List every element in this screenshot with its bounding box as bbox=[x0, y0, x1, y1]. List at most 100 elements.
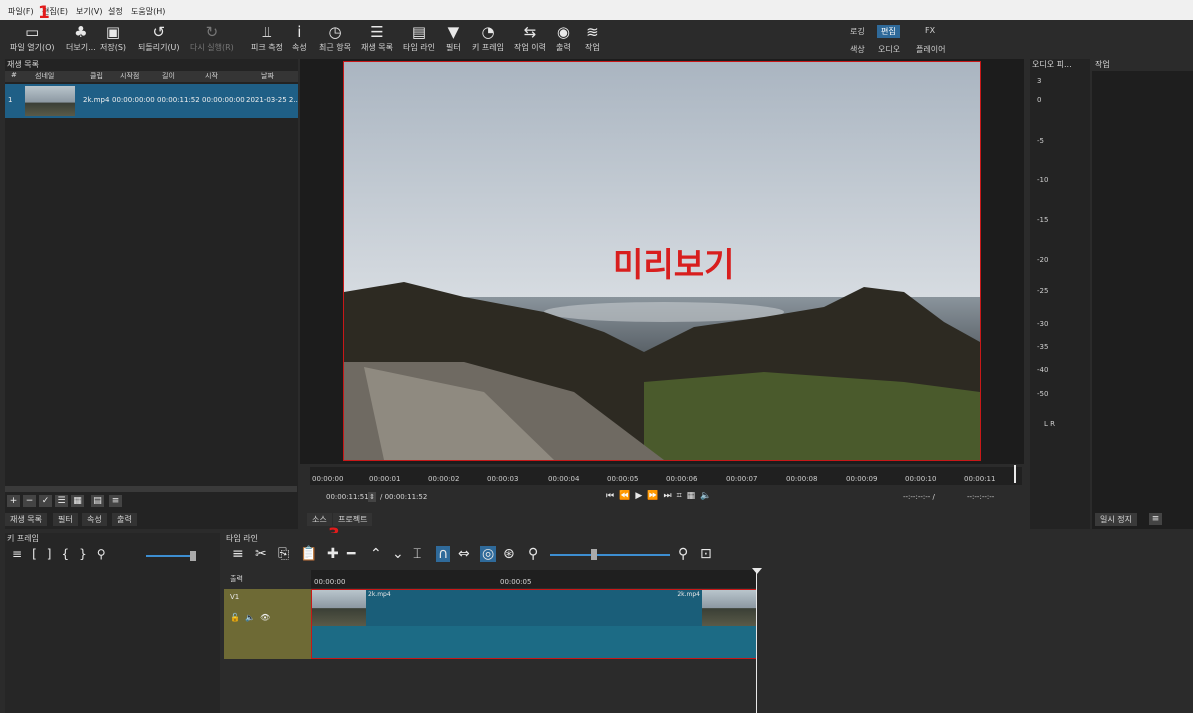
peak-meter-button[interactable]: ⫫ 피크 측정 bbox=[251, 22, 283, 53]
export-button[interactable]: ◉ 출력 bbox=[556, 22, 571, 53]
layout-fx[interactable]: FX bbox=[921, 25, 939, 36]
update-button[interactable]: ✓ bbox=[39, 495, 52, 507]
skip-previous-icon[interactable]: ⏮ bbox=[606, 491, 619, 501]
rewind-icon[interactable]: ⏪ bbox=[619, 491, 635, 501]
tab-project[interactable]: 프로젝트 bbox=[333, 513, 373, 526]
menu-file[interactable]: 파일(F) bbox=[8, 6, 34, 17]
col-start[interactable]: 시작 bbox=[205, 71, 218, 81]
keyframes-zoom-slider[interactable] bbox=[146, 555, 196, 557]
save-button[interactable]: ▣ 저장(S) bbox=[100, 22, 126, 53]
ripple-delete-icon[interactable]: ━ bbox=[347, 546, 355, 562]
col-duration[interactable]: 길이 bbox=[162, 71, 175, 81]
ripple-icon[interactable]: ◎ bbox=[480, 546, 497, 562]
open-other-icon: ♣ bbox=[74, 23, 88, 41]
mute-icon[interactable]: 🔈 bbox=[245, 613, 260, 622]
menu-bar: 파일(F) 편집(E) 보기(V) 설정 도움말(H) bbox=[0, 0, 1193, 20]
copy-icon[interactable]: ⎘ bbox=[278, 546, 289, 562]
cut-icon[interactable]: ✂ bbox=[255, 546, 267, 562]
grid-icon[interactable]: ▦ bbox=[687, 491, 701, 501]
timeline-ruler-label: 00:00:00 bbox=[314, 578, 346, 586]
undo-button[interactable]: ↺ 되돌리기(U) bbox=[138, 22, 180, 53]
fast-forward-icon[interactable]: ⏩ bbox=[647, 491, 663, 501]
keyframes-button[interactable]: ◔ 키 프레임 bbox=[472, 22, 504, 53]
set-in-icon[interactable]: [ bbox=[32, 547, 47, 561]
keyframes-menu-icon[interactable]: ≡ bbox=[12, 547, 32, 561]
ruler-label: 00:00:00 bbox=[312, 475, 344, 483]
timeline-zoom-slider[interactable] bbox=[550, 554, 670, 556]
col-clip[interactable]: 클립 bbox=[90, 71, 103, 81]
col-thumbnail[interactable]: 섬네일 bbox=[35, 71, 54, 81]
timeline-zoom-out-icon[interactable]: ⚲ bbox=[528, 546, 538, 562]
timeline-clip[interactable]: 2k.mp4 2k.mp4 bbox=[311, 589, 757, 659]
filter-in-icon[interactable]: { bbox=[61, 547, 79, 561]
volume-icon[interactable]: 🔈 bbox=[700, 491, 716, 501]
playlist-button[interactable]: ☰ 재생 목록 bbox=[361, 22, 393, 53]
tab-source[interactable]: 소스 bbox=[307, 513, 332, 526]
open-file-button[interactable]: ▭ 파일 열기(O) bbox=[10, 22, 55, 53]
tab-export[interactable]: 출력 bbox=[112, 513, 137, 526]
set-out-icon[interactable]: ] bbox=[47, 547, 62, 561]
append-icon[interactable]: ✚ bbox=[327, 546, 339, 562]
clip-start-thumbnail bbox=[312, 590, 366, 626]
playhead-marker[interactable] bbox=[752, 568, 762, 574]
tab-filters[interactable]: 필터 bbox=[53, 513, 78, 526]
jobs-button[interactable]: ≋ 작업 bbox=[585, 22, 600, 53]
history-button[interactable]: ⇆ 작업 이력 bbox=[514, 22, 546, 53]
preview-playhead[interactable] bbox=[1014, 465, 1016, 483]
split-icon[interactable]: ⌶ bbox=[413, 546, 421, 562]
menu-settings[interactable]: 설정 bbox=[108, 6, 123, 17]
zoom-out-icon[interactable]: ⚲ bbox=[97, 547, 116, 561]
position-spinner[interactable]: ⇕ bbox=[368, 492, 376, 502]
zoom-fit-icon[interactable]: ⊡ bbox=[700, 546, 712, 562]
filters-button[interactable]: ▼ 필터 bbox=[446, 22, 461, 53]
snap-icon[interactable]: ∩ bbox=[436, 546, 451, 562]
menu-view[interactable]: 보기(V) bbox=[76, 6, 102, 17]
keyframes-zoom-handle[interactable] bbox=[190, 551, 196, 561]
remove-button[interactable]: − bbox=[23, 495, 36, 507]
pause-jobs-button[interactable]: 일시 정지 bbox=[1095, 513, 1137, 526]
timeline-ruler[interactable] bbox=[311, 570, 757, 588]
add-button[interactable]: + bbox=[7, 495, 20, 507]
tab-playlist[interactable]: 재생 목록 bbox=[5, 513, 47, 526]
position-timecode[interactable]: 00:00:11:51 bbox=[326, 493, 369, 501]
zoom-icon[interactable]: ⌗ bbox=[677, 491, 687, 501]
timeline-button[interactable]: ▤ 타임 라인 bbox=[403, 22, 435, 53]
v1-track-header[interactable]: V1 🔓🔈👁 bbox=[224, 589, 311, 659]
details-view-icon[interactable]: ☰ bbox=[55, 495, 68, 507]
timeline-zoom-handle[interactable] bbox=[591, 549, 597, 560]
recent-button[interactable]: ◷ 최근 항목 bbox=[319, 22, 351, 53]
overwrite-icon[interactable]: ⌄ bbox=[392, 546, 404, 562]
layout-player[interactable]: 플레이어 bbox=[912, 43, 949, 56]
lock-icon[interactable]: 🔓 bbox=[230, 613, 245, 622]
ruler-label: 00:00:07 bbox=[726, 475, 758, 483]
tab-properties[interactable]: 속성 bbox=[82, 513, 107, 526]
hide-icon[interactable]: 👁 bbox=[260, 613, 275, 622]
col-date[interactable]: 날짜 bbox=[261, 71, 274, 81]
col-num[interactable]: # bbox=[11, 71, 17, 79]
menu-help[interactable]: 도움말(H) bbox=[131, 6, 165, 17]
layout-audio[interactable]: 오디오 bbox=[874, 43, 904, 56]
layout-color[interactable]: 색상 bbox=[846, 43, 869, 56]
playlist-menu-icon[interactable]: ≡ bbox=[109, 495, 122, 507]
properties-button[interactable]: i 속성 bbox=[292, 22, 307, 53]
paste-icon[interactable]: 📋 bbox=[300, 546, 317, 562]
tiles-view-icon[interactable]: ▤ bbox=[91, 495, 104, 507]
table-row[interactable]: 1 2k.mp4 00:00:00:00 00:00:11:52 00:00:0… bbox=[5, 84, 298, 118]
timeline-playhead[interactable] bbox=[756, 568, 757, 713]
scrub-icon[interactable]: ⇔ bbox=[458, 546, 470, 562]
timeline-zoom-in-icon[interactable]: ⚲ bbox=[678, 546, 688, 562]
timeline-menu-icon[interactable]: ≡ bbox=[232, 546, 244, 562]
lift-icon[interactable]: ⌃ bbox=[370, 546, 382, 562]
icon-view-icon[interactable]: ▦ bbox=[71, 495, 84, 507]
ripple-all-icon[interactable]: ⊛ bbox=[503, 546, 515, 562]
skip-next-icon[interactable]: ⏭ bbox=[663, 491, 676, 501]
col-in[interactable]: 시작점 bbox=[120, 71, 139, 81]
playlist-scrollbar[interactable] bbox=[5, 486, 297, 492]
layout-editing[interactable]: 편집 bbox=[877, 25, 900, 38]
redo-button[interactable]: ↻ 다시 실행(R) bbox=[190, 22, 234, 53]
play-icon[interactable]: ▶ bbox=[635, 491, 647, 501]
open-other-button[interactable]: ♣ 더보기... bbox=[66, 22, 96, 53]
layout-logging[interactable]: 로깅 bbox=[846, 25, 869, 38]
filter-out-icon[interactable]: } bbox=[79, 547, 97, 561]
jobs-menu-icon[interactable]: ≡ bbox=[1149, 513, 1162, 525]
